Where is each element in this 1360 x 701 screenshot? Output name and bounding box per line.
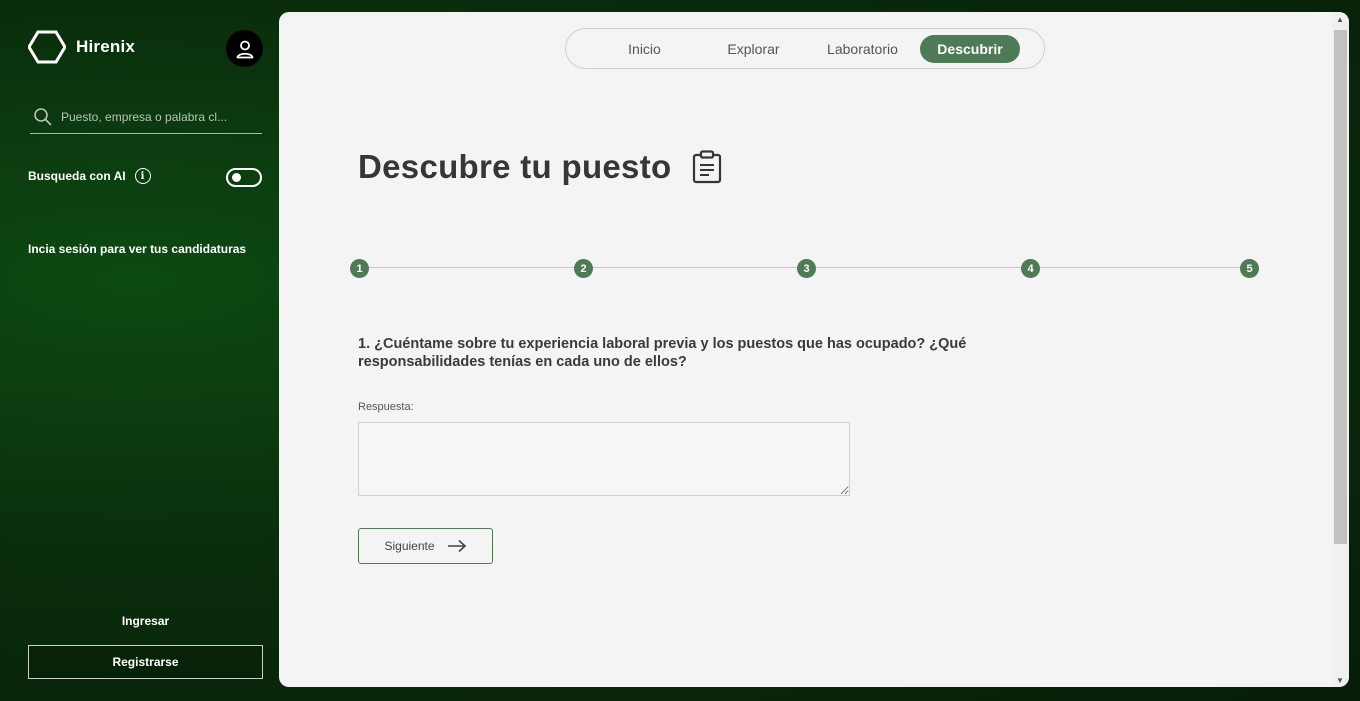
clipboard-icon	[693, 150, 722, 184]
step-1: 1	[350, 259, 369, 278]
scroll-down-icon[interactable]: ▼	[1336, 676, 1344, 685]
arrow-right-icon	[447, 539, 466, 553]
ai-search-row: Busqueda con AI i	[28, 168, 151, 184]
scroll-thumb[interactable]	[1334, 30, 1347, 544]
step-3: 3	[797, 259, 816, 278]
next-button[interactable]: Siguiente	[358, 528, 493, 564]
question-text: 1. ¿Cuéntame sobre tu experiencia labora…	[358, 336, 967, 370]
user-profile-button[interactable]	[226, 30, 263, 67]
page-title-row: Descubre tu puesto	[358, 148, 723, 186]
scroll-up-icon[interactable]: ▲	[1336, 15, 1344, 24]
user-icon	[236, 40, 253, 58]
tab-inicio[interactable]: Inicio	[590, 35, 699, 63]
main-panel: Inicio Explorar Laboratorio Descubrir De…	[279, 12, 1349, 687]
info-icon[interactable]: i	[134, 168, 151, 184]
hexagon-logo-icon	[28, 30, 66, 64]
search-icon	[34, 107, 52, 126]
sidebar: Hirenix Busqueda con AI i Incia sesión p…	[0, 0, 279, 701]
step-2: 2	[574, 259, 593, 278]
step-5: 5	[1240, 259, 1259, 278]
tab-explorar[interactable]: Explorar	[699, 35, 808, 63]
answer-label: Respuesta:	[358, 401, 414, 413]
search-input[interactable]	[61, 109, 251, 124]
top-nav: Inicio Explorar Laboratorio Descubrir	[565, 28, 1045, 69]
next-button-label: Siguiente	[384, 539, 435, 553]
search-bar	[30, 100, 262, 134]
ai-search-toggle[interactable]	[226, 168, 262, 187]
tab-descubrir[interactable]: Descubrir	[919, 34, 1021, 63]
step-4: 4	[1021, 259, 1040, 278]
page-title: Descubre tu puesto	[358, 148, 672, 185]
register-button[interactable]: Registrarse	[28, 645, 263, 679]
ai-search-label: Busqueda con AI	[28, 169, 126, 183]
answer-textarea[interactable]	[358, 422, 850, 496]
tab-laboratorio[interactable]: Laboratorio	[808, 35, 917, 63]
brand-name: Hirenix	[76, 37, 136, 56]
login-link[interactable]: Ingresar	[28, 614, 263, 628]
stepper: 1 2 3 4 5	[350, 259, 1260, 278]
login-hint: Incia sesión para ver tus candidaturas	[28, 242, 247, 256]
vertical-scrollbar[interactable]: ▲ ▼	[1332, 12, 1349, 687]
brand[interactable]: Hirenix	[28, 30, 135, 64]
